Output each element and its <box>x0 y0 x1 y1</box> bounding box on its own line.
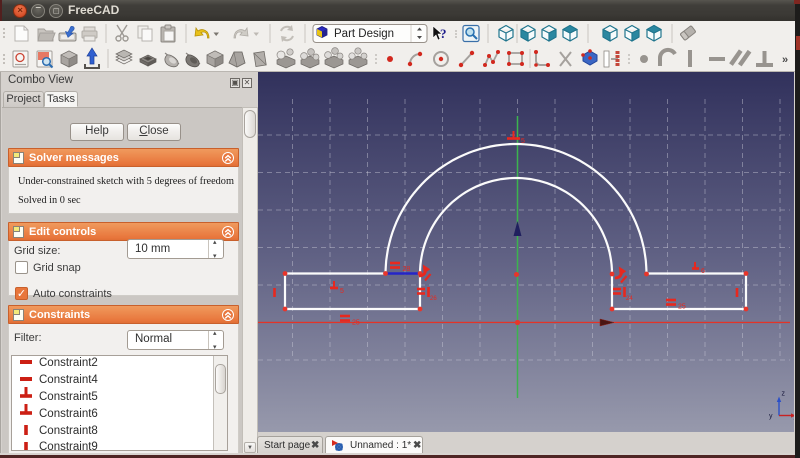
svg-text:5: 5 <box>521 138 525 145</box>
svg-text:y: y <box>769 413 773 420</box>
svg-text:28: 28 <box>403 266 411 273</box>
svg-text:z: z <box>782 391 786 398</box>
svg-text:25: 25 <box>352 320 360 327</box>
svg-text:x: x <box>794 415 795 422</box>
svg-text:Constraint2: Constraint2 <box>39 357 98 369</box>
svg-text:5: 5 <box>340 288 344 295</box>
svg-text:Part Design: Part Design <box>334 28 394 40</box>
svg-text:26: 26 <box>430 296 437 302</box>
svg-text:Constraint5: Constraint5 <box>39 391 98 403</box>
svg-text:»: » <box>782 54 788 66</box>
svg-text:24: 24 <box>626 296 633 302</box>
svg-text:6: 6 <box>701 268 705 275</box>
svg-text:Constraint9: Constraint9 <box>39 441 98 450</box>
svg-text:Constraint8: Constraint8 <box>39 425 98 437</box>
svg-text:?: ? <box>440 26 447 41</box>
svg-text:25: 25 <box>678 304 686 311</box>
svg-text:Constraint4: Constraint4 <box>39 374 98 386</box>
svg-text:Constraint6: Constraint6 <box>39 408 98 420</box>
